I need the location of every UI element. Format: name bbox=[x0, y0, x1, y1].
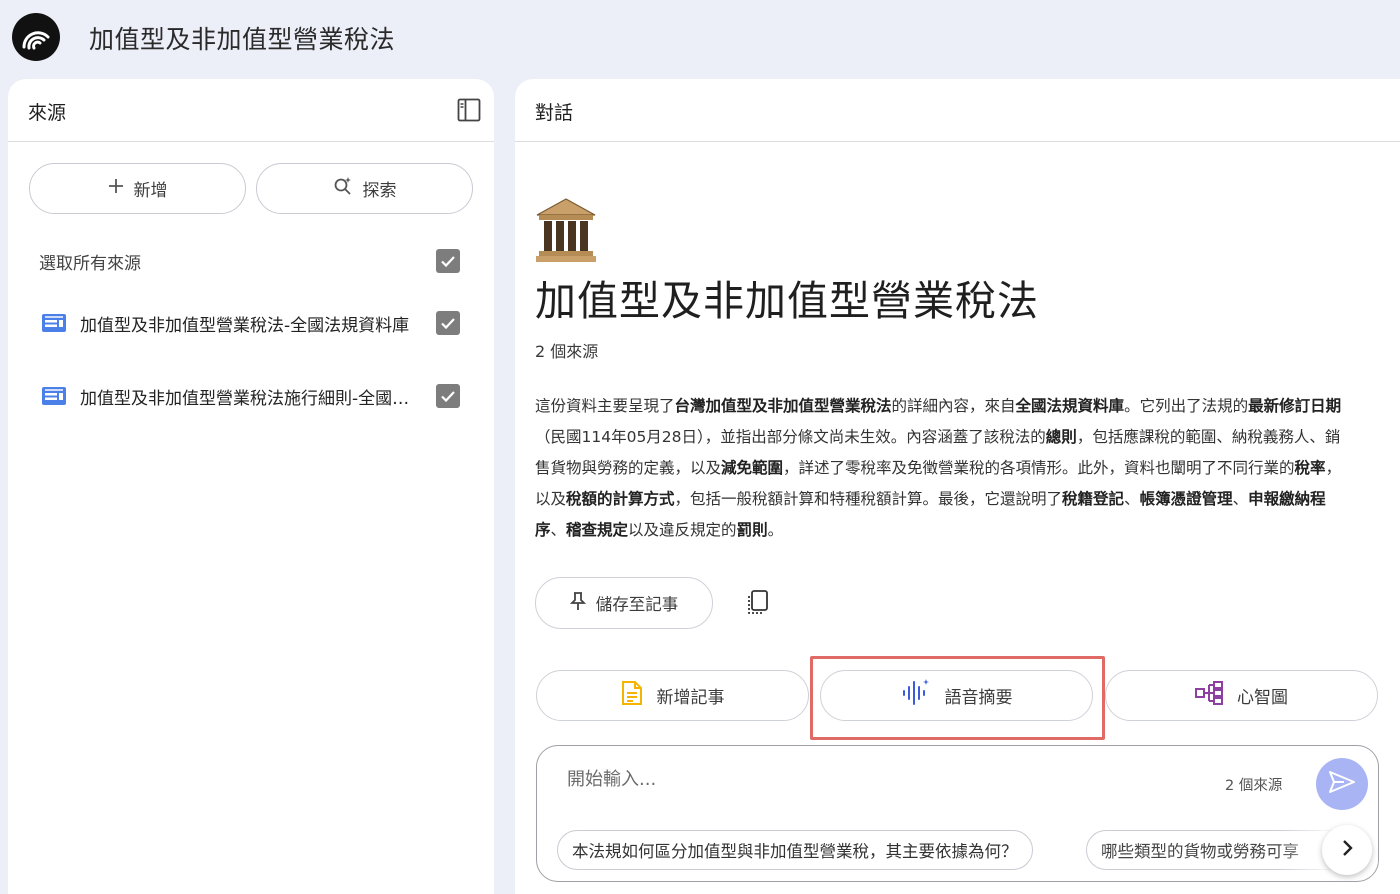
chat-panel-title: 對話 bbox=[535, 102, 574, 124]
classical-building-icon bbox=[535, 197, 597, 263]
podcast-waves-icon[interactable] bbox=[12, 13, 60, 61]
summary-keyword: 帳簿憑證管理 bbox=[1139, 490, 1233, 508]
summary-text: 的詳細內容，來自 bbox=[891, 397, 1016, 415]
summary-text: 、 bbox=[550, 521, 567, 539]
summary-keyword: 減免範圍 bbox=[721, 459, 784, 477]
mind-map-icon bbox=[1195, 681, 1223, 710]
plus-icon bbox=[108, 178, 124, 199]
add-source-label: 新增 bbox=[133, 181, 168, 201]
save-to-note-label: 儲存至記事 bbox=[595, 595, 679, 614]
next-suggestions-button[interactable] bbox=[1322, 825, 1372, 875]
chat-panel: 對話 加值型及非加值型營業稅法 2 個來源 這份資料主要呈現了台灣加值型及非加值… bbox=[515, 79, 1400, 894]
chat-panel-header: 對話 bbox=[515, 79, 1400, 142]
web-page-icon bbox=[41, 312, 67, 334]
summary-keyword: 罰則 bbox=[736, 521, 768, 539]
source-count: 2 個來源 bbox=[535, 342, 599, 361]
summary-keyword: 稽查規定 bbox=[566, 521, 629, 539]
send-icon bbox=[1328, 770, 1356, 798]
summary-text: 這份資料主要呈現了 bbox=[535, 397, 675, 415]
sidebar-toggle-icon[interactable] bbox=[457, 98, 481, 122]
save-to-note-button[interactable]: 儲存至記事 bbox=[535, 577, 713, 629]
chat-composer: 2 個來源 本法規如何區分加值型與非加值型營業稅，其主要依據為何？ 哪些類型的貨… bbox=[536, 745, 1379, 882]
sources-panel-title: 來源 bbox=[28, 102, 67, 124]
search-sparkle-icon bbox=[333, 176, 353, 201]
source-item[interactable]: 加值型及非加值型營業稅法施行細則-全國法規資料庫 bbox=[8, 371, 494, 421]
summary-text: （民國114年05月28日），並指出部分條文尚未生效。內容涵蓋了該稅法的 bbox=[535, 428, 1046, 446]
audio-waveform-icon bbox=[901, 679, 931, 712]
notebook-title: 加值型及非加值型營業稅法 bbox=[535, 277, 1039, 325]
summary-keyword: 總則 bbox=[1045, 428, 1077, 446]
audio-overview-button[interactable]: 語音摘要 bbox=[820, 670, 1093, 721]
summary-text: ，詳述了零稅率及免徵營業稅的各項情形。此外，資料也闡明了不同行業的 bbox=[783, 459, 1295, 477]
summary-text: 、 bbox=[1232, 490, 1249, 508]
notebook-header-title[interactable]: 加值型及非加值型營業稅法 bbox=[89, 20, 395, 56]
add-source-button[interactable]: 新增 bbox=[29, 163, 246, 214]
document-icon bbox=[621, 680, 643, 711]
summary-text: 以及違反規定的 bbox=[628, 521, 737, 539]
send-button[interactable] bbox=[1316, 758, 1368, 810]
add-note-label: 新增記事 bbox=[656, 688, 725, 708]
audio-overview-label: 語音摘要 bbox=[944, 688, 1013, 708]
source-title: 加值型及非加值型營業稅法-全國法規資料庫 bbox=[80, 316, 410, 336]
suggested-question-chip[interactable]: 本法規如何區分加值型與非加值型營業稅，其主要依據為何？ bbox=[557, 830, 1033, 870]
sources-panel: 來源 新增 探索 選取所有來源 加值型及非加值型營業稅法-全國法規資料庫 加值型… bbox=[8, 79, 494, 894]
summary-text: ，包括一般稅額計算和特種稅額計算。最後，它還說明了 bbox=[674, 490, 1063, 508]
source-checkbox[interactable] bbox=[436, 384, 460, 408]
chevron-right-icon bbox=[1340, 839, 1354, 861]
summary-keyword: 稅籍登記 bbox=[1062, 490, 1125, 508]
sources-panel-header: 來源 bbox=[8, 79, 494, 142]
add-note-button[interactable]: 新增記事 bbox=[536, 670, 809, 721]
summary-keyword: 最新修訂日期 bbox=[1248, 397, 1342, 415]
select-all-checkbox[interactable] bbox=[436, 249, 460, 273]
explore-sources-button[interactable]: 探索 bbox=[256, 163, 473, 214]
notebook-summary: 這份資料主要呈現了台灣加值型及非加值型營業稅法的詳細內容，來自全國法規資料庫。它… bbox=[535, 391, 1355, 546]
summary-keyword: 稅率 bbox=[1294, 459, 1326, 477]
source-checkbox[interactable] bbox=[436, 311, 460, 335]
explore-sources-label: 探索 bbox=[362, 181, 397, 201]
summary-text: 、 bbox=[1124, 490, 1140, 508]
chat-input[interactable] bbox=[567, 769, 1167, 790]
mind-map-label: 心智圖 bbox=[1237, 688, 1288, 708]
summary-text: 。 bbox=[767, 521, 784, 539]
mind-map-button[interactable]: 心智圖 bbox=[1105, 670, 1378, 721]
source-item[interactable]: 加值型及非加值型營業稅法-全國法規資料庫 bbox=[8, 298, 494, 348]
web-page-icon bbox=[41, 385, 67, 407]
top-bar: 加值型及非加值型營業稅法 bbox=[0, 0, 1400, 78]
summary-keyword: 台灣加值型及非加值型營業稅法 bbox=[674, 397, 892, 415]
pin-icon bbox=[569, 591, 586, 615]
summary-text: 。它列出了法規的 bbox=[1124, 397, 1249, 415]
summary-keyword: 全國法規資料庫 bbox=[1015, 397, 1125, 415]
summary-keyword: 稅額的計算方式 bbox=[566, 490, 675, 508]
composer-source-count: 2 個來源 bbox=[1225, 778, 1283, 794]
select-all-sources-label: 選取所有來源 bbox=[39, 254, 141, 274]
source-title: 加值型及非加值型營業稅法施行細則-全國法規資料庫 bbox=[80, 389, 415, 409]
copy-icon[interactable] bbox=[743, 588, 773, 618]
